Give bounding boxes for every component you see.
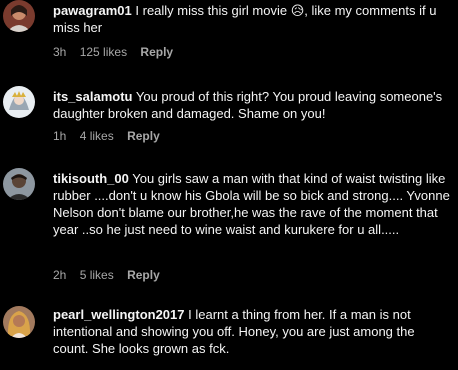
avatar[interactable] [3,86,35,118]
comment-text: pawagram01 I really miss this girl movie… [53,2,453,36]
reply-button[interactable]: Reply [140,45,173,59]
comment-meta: 3h 125 likes Reply [53,45,173,59]
comment-username[interactable]: pawagram01 [53,3,132,18]
comments-screen: { "comments": [ { "username": "pawagram0… [0,0,458,370]
comment-text: pearl_wellington2017 I learnt a thing fr… [53,306,453,357]
reply-button[interactable]: Reply [127,268,160,282]
comment-username[interactable]: pearl_wellington2017 [53,307,185,322]
comment-time: 2h [53,268,67,282]
comment-username[interactable]: its_salamotu [53,89,132,104]
comment-meta: 2h 5 likes Reply [53,268,160,282]
comment-username[interactable]: tikisouth_00 [53,171,129,186]
comment-likes[interactable]: 4 likes [80,129,114,143]
avatar[interactable] [3,0,35,32]
comment-likes[interactable]: 125 likes [80,45,127,59]
comment-time: 3h [53,45,67,59]
comment-text: its_salamotu You proud of this right? Yo… [53,88,453,122]
avatar[interactable] [3,168,35,200]
reply-button[interactable]: Reply [127,129,160,143]
comment-text: tikisouth_00 You girls saw a man with th… [53,170,453,238]
avatar[interactable] [3,306,35,338]
comment-time: 1h [53,129,67,143]
comment-likes[interactable]: 5 likes [80,268,114,282]
comment-meta: 1h 4 likes Reply [53,129,160,143]
